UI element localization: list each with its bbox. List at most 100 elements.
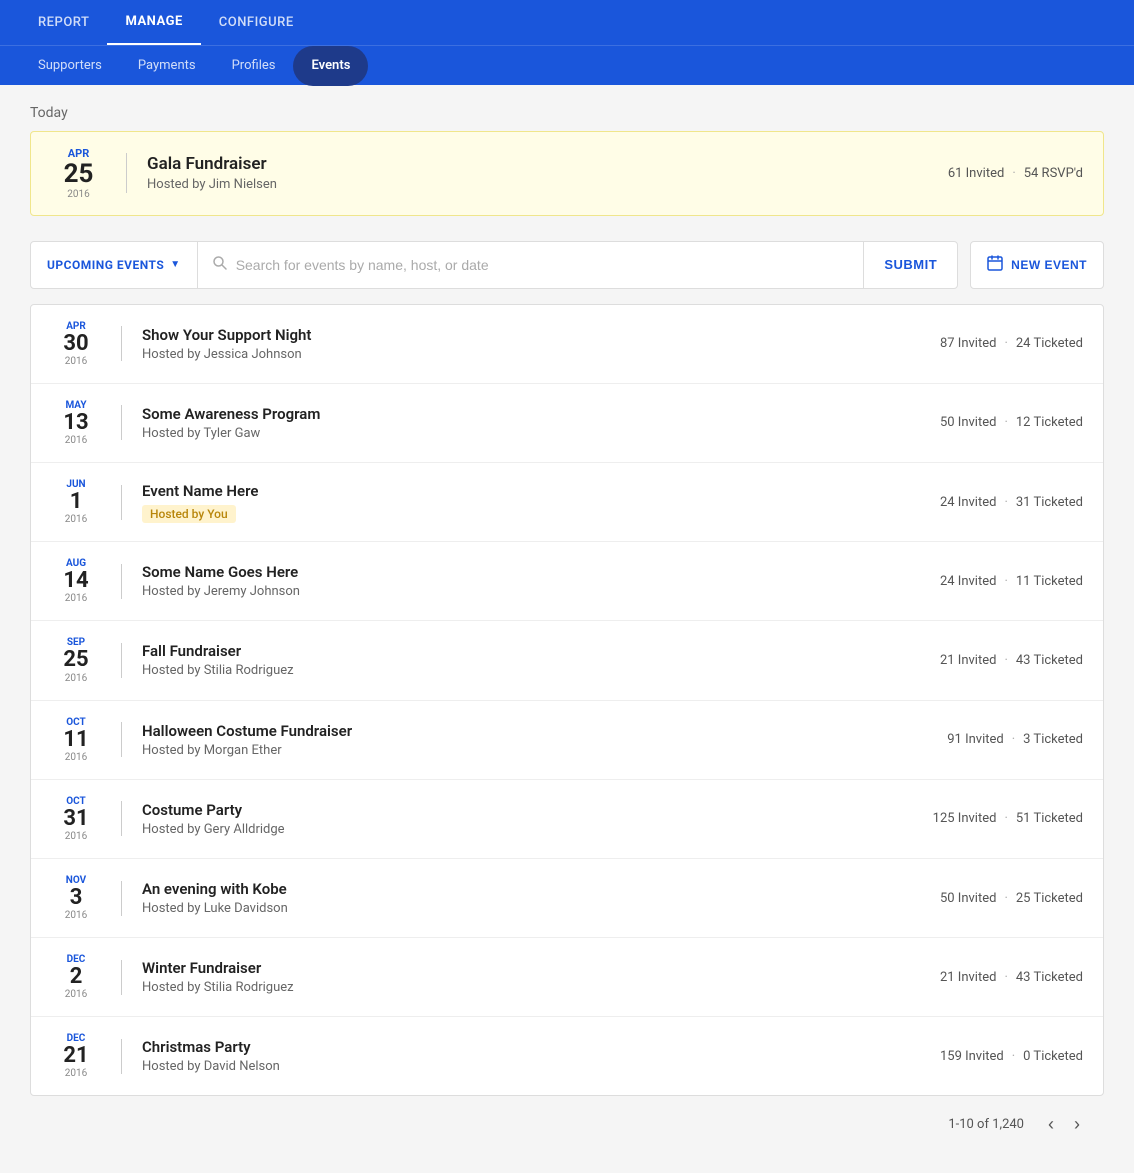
submit-button[interactable]: SUBMIT	[863, 242, 957, 288]
main-content: Today APR 25 2016 Gala Fundraiser Hosted…	[0, 85, 1134, 1173]
event-row[interactable]: JUN 1 2016 Event Name Here Hosted by You…	[31, 463, 1103, 542]
nav-configure[interactable]: CONFIGURE	[201, 0, 312, 45]
next-page-button[interactable]: ›	[1070, 1110, 1084, 1139]
event-stats: 125 Invited · 51 Ticketed	[933, 811, 1083, 826]
today-label: Today	[30, 105, 1104, 121]
today-event-name: Gala Fundraiser	[147, 154, 948, 174]
stat-dot: ·	[1004, 891, 1007, 906]
event-host: Hosted by Tyler Gaw	[142, 426, 940, 441]
search-input-wrapper	[198, 255, 864, 275]
event-ticketed: 25 Ticketed	[1016, 891, 1083, 906]
pagination: 1-10 of 1,240 ‹ ›	[30, 1096, 1104, 1153]
stat-dot: ·	[1004, 495, 1007, 510]
event-stats: 87 Invited · 24 Ticketed	[940, 336, 1083, 351]
stat-dot: ·	[1004, 811, 1007, 826]
event-info: Some Awareness Program Hosted by Tyler G…	[142, 405, 940, 441]
event-row[interactable]: OCT 31 2016 Costume Party Hosted by Gery…	[31, 780, 1103, 859]
event-date-block: AUG 14 2016	[51, 558, 101, 604]
today-rsvpd: 54 RSVP'd	[1024, 166, 1083, 181]
event-date-block: JUN 1 2016	[51, 479, 101, 525]
today-event-card[interactable]: APR 25 2016 Gala Fundraiser Hosted by Ji…	[30, 131, 1104, 216]
today-event-info: Gala Fundraiser Hosted by Jim Nielsen	[147, 154, 948, 192]
today-event-year: 2016	[67, 189, 89, 200]
event-year: 2016	[65, 752, 87, 763]
event-info: Winter Fundraiser Hosted by Stilia Rodri…	[142, 959, 940, 995]
subnav-profiles[interactable]: Profiles	[214, 46, 294, 86]
event-day: 30	[63, 332, 88, 356]
event-invited: 50 Invited	[940, 891, 997, 906]
event-divider	[121, 326, 122, 361]
event-name: Some Name Goes Here	[142, 563, 940, 581]
event-info: Christmas Party Hosted by David Nelson	[142, 1038, 940, 1074]
today-event-date: APR 25 2016	[51, 147, 106, 200]
event-month: APR	[66, 321, 86, 332]
search-input[interactable]	[236, 257, 850, 273]
event-date-block: DEC 21 2016	[51, 1033, 101, 1079]
event-stats: 21 Invited · 43 Ticketed	[940, 653, 1083, 668]
event-divider	[121, 801, 122, 836]
event-stats: 159 Invited · 0 Ticketed	[940, 1049, 1083, 1064]
filter-dropdown[interactable]: UPCOMING EVENTS ▼	[31, 242, 198, 288]
event-ticketed: 12 Ticketed	[1016, 415, 1083, 430]
event-name: Halloween Costume Fundraiser	[142, 722, 947, 740]
event-row[interactable]: MAY 13 2016 Some Awareness Program Hoste…	[31, 384, 1103, 463]
event-ticketed: 3 Ticketed	[1023, 732, 1083, 747]
event-info: Some Name Goes Here Hosted by Jeremy Joh…	[142, 563, 940, 599]
stat-dot: ·	[1004, 653, 1007, 668]
today-stat-dot: ·	[1012, 166, 1015, 181]
event-day: 25	[63, 648, 88, 672]
event-stats: 21 Invited · 43 Ticketed	[940, 970, 1083, 985]
stat-dot: ·	[1012, 1049, 1015, 1064]
stat-dot: ·	[1004, 336, 1007, 351]
event-info: Fall Fundraiser Hosted by Stilia Rodrigu…	[142, 642, 940, 678]
subnav-events[interactable]: Events	[293, 46, 368, 86]
event-host: Hosted by Jeremy Johnson	[142, 584, 940, 599]
new-event-button[interactable]: NEW EVENT	[970, 241, 1104, 289]
event-day: 13	[63, 411, 88, 435]
nav-report[interactable]: REPORT	[20, 0, 107, 45]
event-date-block: OCT 11 2016	[51, 717, 101, 763]
event-date-block: DEC 2 2016	[51, 954, 101, 1000]
event-row[interactable]: APR 30 2016 Show Your Support Night Host…	[31, 305, 1103, 384]
event-row[interactable]: SEP 25 2016 Fall Fundraiser Hosted by St…	[31, 621, 1103, 700]
event-invited: 87 Invited	[940, 336, 997, 351]
event-host: Hosted by Jessica Johnson	[142, 347, 940, 362]
event-ticketed: 51 Ticketed	[1016, 811, 1083, 826]
subnav-payments[interactable]: Payments	[120, 46, 214, 86]
event-name: Winter Fundraiser	[142, 959, 940, 977]
sub-nav: Supporters Payments Profiles Events	[0, 45, 1134, 85]
event-ticketed: 31 Ticketed	[1016, 495, 1083, 510]
event-date-block: NOV 3 2016	[51, 875, 101, 921]
event-month: OCT	[66, 717, 86, 728]
event-name: Event Name Here	[142, 482, 940, 500]
event-host: Hosted by Luke Davidson	[142, 901, 940, 916]
prev-page-button[interactable]: ‹	[1044, 1110, 1058, 1139]
event-row[interactable]: AUG 14 2016 Some Name Goes Here Hosted b…	[31, 542, 1103, 621]
event-date-block: SEP 25 2016	[51, 637, 101, 683]
event-name: Some Awareness Program	[142, 405, 940, 423]
today-event-host: Hosted by Jim Nielsen	[147, 177, 948, 192]
event-divider	[121, 881, 122, 916]
event-name: An evening with Kobe	[142, 880, 940, 898]
event-info: Costume Party Hosted by Gery Alldridge	[142, 801, 933, 837]
today-event-stats: 61 Invited · 54 RSVP'd	[948, 166, 1083, 181]
today-event-day: 25	[64, 160, 94, 189]
event-year: 2016	[65, 831, 87, 842]
event-name: Show Your Support Night	[142, 326, 940, 344]
event-row[interactable]: DEC 2 2016 Winter Fundraiser Hosted by S…	[31, 938, 1103, 1017]
event-row[interactable]: NOV 3 2016 An evening with Kobe Hosted b…	[31, 859, 1103, 938]
event-day: 2	[70, 965, 83, 989]
search-icon	[212, 255, 228, 275]
event-date-block: APR 30 2016	[51, 321, 101, 367]
event-year: 2016	[65, 356, 87, 367]
nav-manage[interactable]: MANAGE	[107, 0, 200, 45]
subnav-supporters[interactable]: Supporters	[20, 46, 120, 86]
event-host: Hosted by Stilia Rodriguez	[142, 663, 940, 678]
event-divider	[121, 485, 122, 520]
event-divider	[121, 643, 122, 678]
event-info: Event Name Here Hosted by You	[142, 482, 940, 523]
event-row[interactable]: OCT 11 2016 Halloween Costume Fundraiser…	[31, 701, 1103, 780]
event-row[interactable]: DEC 21 2016 Christmas Party Hosted by Da…	[31, 1017, 1103, 1095]
event-year: 2016	[65, 989, 87, 1000]
event-ticketed: 24 Ticketed	[1016, 336, 1083, 351]
